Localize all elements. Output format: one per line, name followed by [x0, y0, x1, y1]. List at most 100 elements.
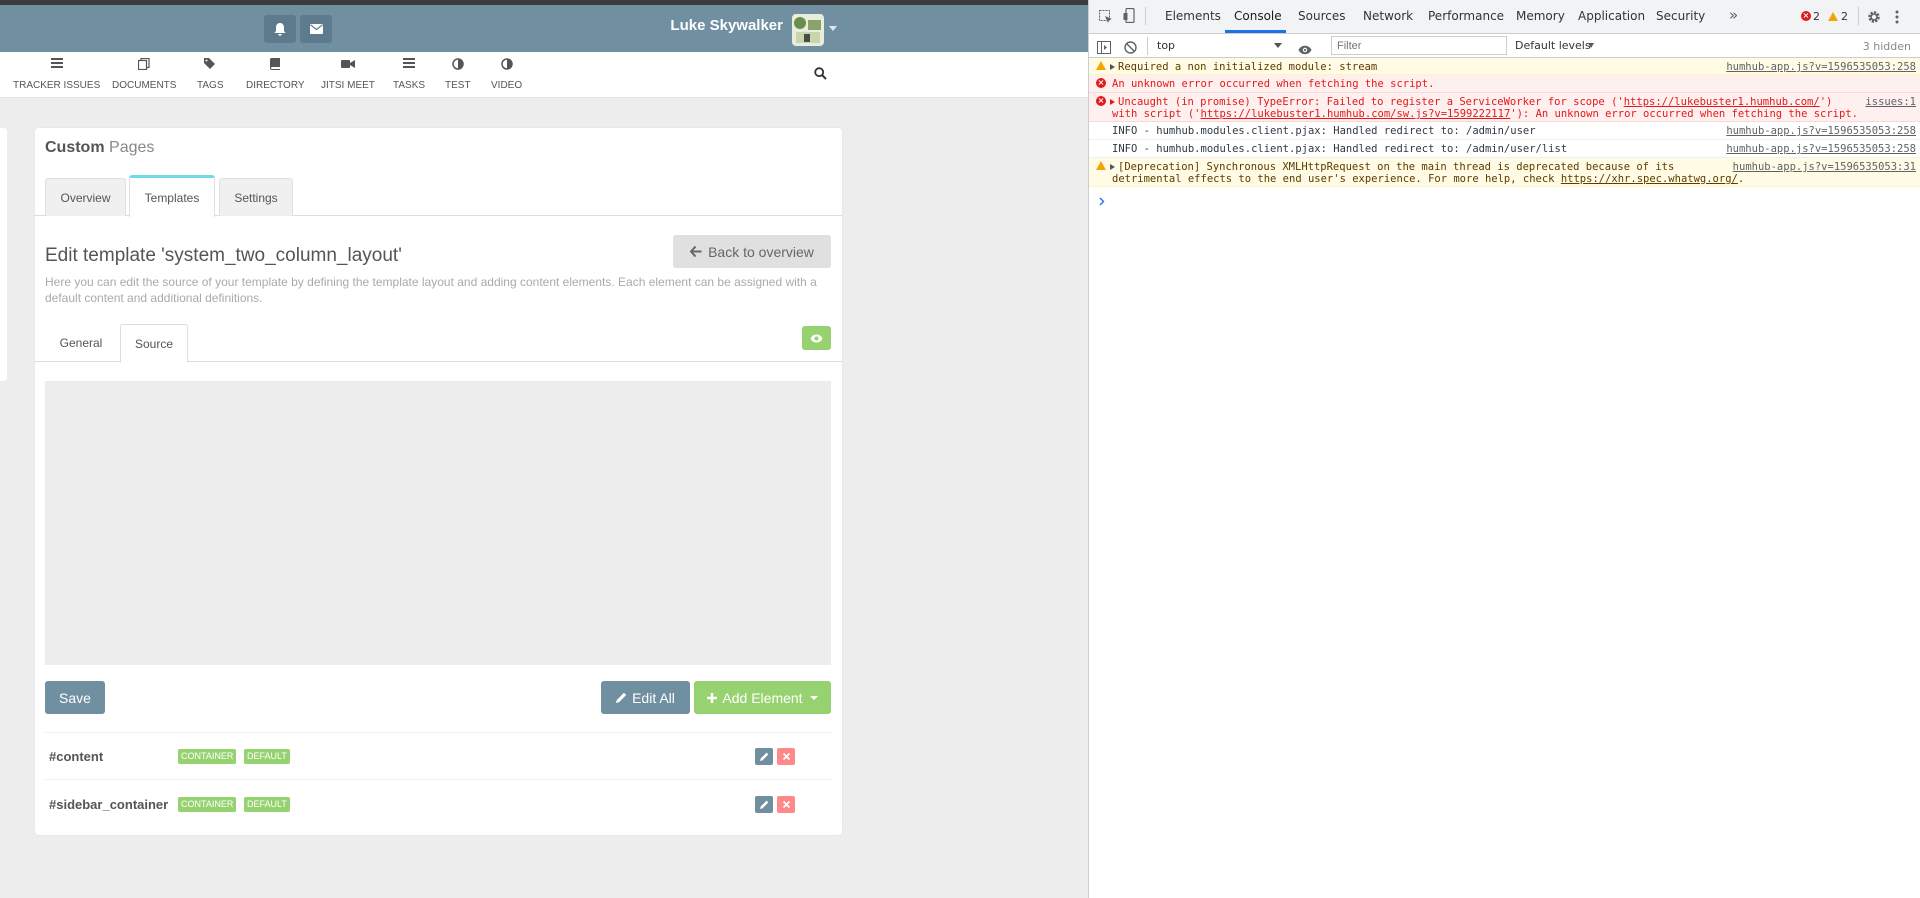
console-message[interactable]: × An unknown error occurred when fetchin…	[1089, 75, 1920, 93]
nav-item-documents[interactable]: DOCUMENTS	[112, 57, 176, 93]
kebab-menu-icon[interactable]	[1895, 9, 1899, 28]
console-link[interactable]: https://lukebuster1.humhub.com/sw.js?v=1…	[1201, 108, 1511, 120]
messages-button[interactable]	[300, 15, 332, 43]
expand-triangle-icon[interactable]	[1110, 164, 1115, 170]
devtools-tab-console[interactable]: Console	[1234, 9, 1282, 23]
tab-general[interactable]: General	[45, 324, 117, 362]
custom-pages-panel: Custom Pages Overview Templates Settings…	[35, 128, 842, 835]
warning-icon	[1096, 61, 1106, 71]
console-message[interactable]: Required a non initialized module: strea…	[1089, 58, 1920, 75]
panel-title-light: Pages	[109, 139, 155, 156]
expand-triangle-icon[interactable]	[1110, 64, 1115, 70]
sidebar-toggle-icon[interactable]	[1097, 39, 1111, 58]
nav-item-tracker-issues[interactable]: TRACKER ISSUES	[13, 58, 100, 93]
user-name[interactable]: Luke Skywalker	[670, 17, 783, 34]
error-count[interactable]: 2	[1813, 10, 1820, 23]
nav-label: TASKS	[393, 80, 426, 91]
left-sidebar-edge	[0, 128, 7, 381]
documents-icon	[112, 57, 176, 72]
tab-source[interactable]: Source	[120, 324, 188, 363]
arrow-left-icon	[690, 246, 702, 257]
devtools-tab-elements[interactable]: Elements	[1165, 9, 1221, 23]
nav-item-tags[interactable]: TAGS	[197, 58, 223, 93]
chevron-down-icon[interactable]	[1588, 43, 1594, 48]
nav-label: TRACKER ISSUES	[13, 80, 101, 91]
console-message-source[interactable]: humhub-app.js?v=1596535053:258	[1726, 125, 1916, 137]
active-tab-indicator	[1225, 30, 1286, 33]
eye-icon	[810, 334, 823, 342]
tags-icon	[197, 58, 223, 72]
warning-count-icon[interactable]	[1828, 12, 1838, 21]
tab-templates[interactable]: Templates	[129, 175, 215, 217]
console-toolbar: top Default levels 3 hidden	[1089, 34, 1920, 58]
console-message-text: Uncaught (in promise) TypeError: Failed …	[1110, 96, 1832, 108]
nav-item-video[interactable]: VIDEO	[491, 58, 522, 93]
back-to-overview-button[interactable]: Back to overview	[673, 235, 831, 268]
console-filter-input[interactable]	[1331, 36, 1507, 55]
console-message[interactable]: INFO - humhub.modules.client.pjax: Handl…	[1089, 122, 1920, 140]
preview-button[interactable]	[802, 326, 831, 350]
nav-item-tasks[interactable]: TASKS	[393, 58, 425, 93]
delete-element-button[interactable]	[777, 796, 795, 813]
edit-element-button[interactable]	[755, 796, 773, 813]
console-prompt[interactable]	[1099, 191, 1105, 210]
add-element-button[interactable]: Add Element	[694, 681, 831, 714]
more-tabs-icon[interactable]: »	[1729, 6, 1738, 24]
pencil-icon	[759, 800, 768, 809]
console-message[interactable]: INFO - humhub.modules.client.pjax: Handl…	[1089, 140, 1920, 158]
divider	[1858, 7, 1859, 25]
console-link[interactable]: https://xhr.spec.whatwg.org/	[1561, 173, 1738, 185]
log-levels-select[interactable]: Default levels	[1515, 39, 1591, 52]
half-circle-icon	[491, 58, 522, 72]
search-icon[interactable]	[814, 67, 827, 85]
console-message-text-line2: with script ('https://lukebuster1.humhub…	[1112, 108, 1858, 120]
user-menu-caret-icon[interactable]	[829, 26, 837, 31]
devtools-tab-security[interactable]: Security	[1656, 9, 1705, 23]
console-link[interactable]: https://lukebuster1.humhub.com/	[1624, 96, 1820, 108]
devtools-tab-performance[interactable]: Performance	[1428, 9, 1504, 23]
devtools-tab-memory[interactable]: Memory	[1516, 9, 1565, 23]
top-navigation: TRACKER ISSUES DOCUMENTS TAGS DIRECTORY …	[0, 52, 1088, 98]
clear-console-icon[interactable]	[1124, 39, 1137, 58]
console-message-source[interactable]: issues:1	[1865, 96, 1916, 108]
context-select[interactable]: top	[1157, 39, 1175, 52]
devtools-tab-network[interactable]: Network	[1363, 9, 1413, 23]
inspect-element-icon[interactable]	[1099, 9, 1113, 28]
badge-container: CONTAINER	[178, 749, 237, 764]
edit-all-button[interactable]: Edit All	[601, 681, 690, 714]
warning-count[interactable]: 2	[1841, 10, 1848, 23]
tab-settings[interactable]: Settings	[219, 178, 293, 216]
source-editor[interactable]	[45, 381, 831, 665]
notifications-button[interactable]	[264, 15, 296, 43]
tab-overview[interactable]: Overview	[45, 178, 126, 216]
console-text-part: '): An unknown error occurred when fetch…	[1510, 108, 1858, 120]
console-message-source[interactable]: humhub-app.js?v=1596535053:258	[1726, 143, 1916, 155]
delete-element-button[interactable]	[777, 748, 795, 765]
sub-tabs: General Source	[35, 324, 842, 363]
back-to-overview-label: Back to overview	[708, 243, 814, 260]
console-message-text: An unknown error occurred when fetching …	[1112, 78, 1435, 90]
console-text-part: detrimental effects to the end user's ex…	[1112, 173, 1561, 185]
console-message-content: Required a non initialized module: strea…	[1118, 61, 1378, 73]
devtools-tab-sources[interactable]: Sources	[1298, 9, 1345, 23]
gear-icon[interactable]	[1867, 9, 1881, 28]
nav-item-jitsi-meet[interactable]: JITSI MEET	[321, 58, 375, 93]
edit-element-button[interactable]	[755, 748, 773, 765]
device-toolbar-icon[interactable]	[1123, 7, 1137, 27]
console-message[interactable]: × Uncaught (in promise) TypeError: Faile…	[1089, 93, 1920, 122]
chevron-down-icon[interactable]	[1274, 43, 1282, 48]
eye-icon[interactable]	[1298, 40, 1312, 59]
avatar[interactable]	[792, 14, 824, 46]
topbar: Luke Skywalker	[0, 5, 1088, 52]
save-button[interactable]: Save	[45, 681, 105, 714]
expand-triangle-icon[interactable]	[1110, 99, 1115, 105]
nav-label: VIDEO	[491, 80, 523, 91]
devtools-tab-application[interactable]: Application	[1578, 9, 1645, 23]
error-count-icon[interactable]: ×	[1801, 11, 1811, 21]
console-message-source[interactable]: humhub-app.js?v=1596535053:258	[1726, 61, 1916, 73]
console-message[interactable]: [Deprecation] Synchronous XMLHttpRequest…	[1089, 158, 1920, 187]
nav-item-test[interactable]: TEST	[445, 58, 471, 93]
console-message-source[interactable]: humhub-app.js?v=1596535053:31	[1733, 161, 1916, 173]
nav-item-directory[interactable]: DIRECTORY	[246, 58, 305, 93]
video-camera-icon	[321, 58, 375, 72]
